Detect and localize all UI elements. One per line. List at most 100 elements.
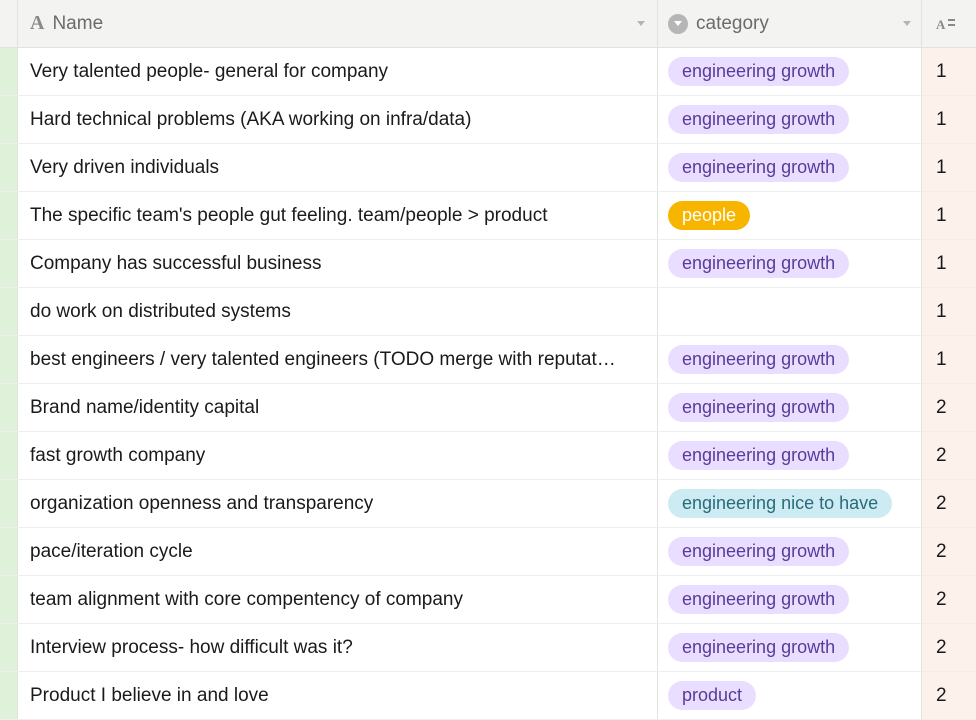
- table-row[interactable]: organization openness and transparencyen…: [0, 480, 976, 528]
- category-tag: engineering growth: [668, 441, 849, 470]
- cell-category[interactable]: engineering growth: [658, 240, 922, 287]
- priority-value: 2: [936, 637, 947, 659]
- table-row[interactable]: Interview process- how difficult was it?…: [0, 624, 976, 672]
- cell-priority[interactable]: 1: [922, 48, 976, 95]
- priority-value: 2: [936, 445, 947, 467]
- row-handle[interactable]: [0, 576, 18, 623]
- row-handle[interactable]: [0, 480, 18, 527]
- cell-category[interactable]: engineering growth: [658, 624, 922, 671]
- category-tag: engineering growth: [668, 393, 849, 422]
- cell-priority[interactable]: 1: [922, 288, 976, 335]
- category-tag: engineering growth: [668, 57, 849, 86]
- cell-category[interactable]: product: [658, 672, 922, 719]
- table-row[interactable]: do work on distributed systems 1: [0, 288, 976, 336]
- cell-priority[interactable]: 2: [922, 480, 976, 527]
- row-handle[interactable]: [0, 288, 18, 335]
- priority-value: 2: [936, 589, 947, 611]
- column-header-category[interactable]: category: [658, 0, 922, 47]
- cell-category[interactable]: engineering growth: [658, 576, 922, 623]
- row-handle[interactable]: [0, 48, 18, 95]
- cell-category[interactable]: engineering nice to have: [658, 480, 922, 527]
- cell-name[interactable]: best engineers / very talented engineers…: [18, 336, 658, 383]
- cell-priority[interactable]: 2: [922, 672, 976, 719]
- row-handle[interactable]: [0, 672, 18, 719]
- cell-priority[interactable]: 2: [922, 384, 976, 431]
- row-handle[interactable]: [0, 240, 18, 287]
- cell-priority[interactable]: 2: [922, 432, 976, 479]
- cell-name[interactable]: fast growth company: [18, 432, 658, 479]
- cell-category[interactable]: engineering growth: [658, 528, 922, 575]
- priority-value: 1: [936, 253, 947, 275]
- cell-name[interactable]: The specific team's people gut feeling. …: [18, 192, 658, 239]
- cell-priority[interactable]: 1: [922, 336, 976, 383]
- cell-name[interactable]: do work on distributed systems: [18, 288, 658, 335]
- cell-category[interactable]: engineering growth: [658, 48, 922, 95]
- category-tag: engineering growth: [668, 105, 849, 134]
- category-tag: engineering growth: [668, 537, 849, 566]
- priority-value: 2: [936, 541, 947, 563]
- table-row[interactable]: team alignment with core compentency of …: [0, 576, 976, 624]
- row-name-text: team alignment with core compentency of …: [30, 589, 645, 611]
- cell-name[interactable]: Brand name/identity capital: [18, 384, 658, 431]
- select-type-icon: [668, 14, 688, 34]
- column-header-name[interactable]: A Name: [18, 0, 658, 47]
- cell-category[interactable]: people: [658, 192, 922, 239]
- row-name-text: Very driven individuals: [30, 157, 645, 179]
- cell-priority[interactable]: 1: [922, 96, 976, 143]
- cell-name[interactable]: Hard technical problems (AKA working on …: [18, 96, 658, 143]
- row-handle-header: [0, 0, 18, 47]
- cell-category[interactable]: [658, 288, 922, 335]
- column-header-label: category: [696, 13, 895, 35]
- category-tag: engineering growth: [668, 345, 849, 374]
- table-row[interactable]: Very driven individuals engineering growt…: [0, 144, 976, 192]
- category-tag: engineering growth: [668, 153, 849, 182]
- table-row[interactable]: Very talented people- general for compan…: [0, 48, 976, 96]
- row-name-text: Company has successful business: [30, 253, 645, 275]
- column-header-priority[interactable]: A P: [922, 0, 976, 47]
- format-type-icon: A: [936, 15, 956, 33]
- table-row[interactable]: pace/iteration cycle engineering growth 2: [0, 528, 976, 576]
- table-row[interactable]: fast growth company engineering growth 2: [0, 432, 976, 480]
- cell-priority[interactable]: 2: [922, 528, 976, 575]
- table-row[interactable]: Company has successful business engineeri…: [0, 240, 976, 288]
- row-handle[interactable]: [0, 144, 18, 191]
- table-row[interactable]: best engineers / very talented engineers…: [0, 336, 976, 384]
- table-row[interactable]: Brand name/identity capital engineering g…: [0, 384, 976, 432]
- cell-name[interactable]: pace/iteration cycle: [18, 528, 658, 575]
- row-handle[interactable]: [0, 96, 18, 143]
- cell-priority[interactable]: 2: [922, 624, 976, 671]
- row-handle[interactable]: [0, 336, 18, 383]
- cell-priority[interactable]: 1: [922, 192, 976, 239]
- priority-value: 1: [936, 301, 947, 323]
- cell-priority[interactable]: 2: [922, 576, 976, 623]
- cell-category[interactable]: engineering growth: [658, 432, 922, 479]
- row-handle[interactable]: [0, 384, 18, 431]
- cell-name[interactable]: Interview process- how difficult was it?: [18, 624, 658, 671]
- row-name-text: Brand name/identity capital: [30, 397, 645, 419]
- row-handle[interactable]: [0, 192, 18, 239]
- table-row[interactable]: Product I believe in and loveproduct2: [0, 672, 976, 720]
- chevron-down-icon[interactable]: [637, 21, 645, 26]
- chevron-down-icon[interactable]: [903, 21, 911, 26]
- cell-priority[interactable]: 1: [922, 144, 976, 191]
- row-name-text: Very talented people- general for compan…: [30, 61, 645, 83]
- cell-name[interactable]: Very driven individuals: [18, 144, 658, 191]
- category-tag: engineering growth: [668, 633, 849, 662]
- priority-value: 1: [936, 205, 947, 227]
- row-handle[interactable]: [0, 624, 18, 671]
- cell-category[interactable]: engineering growth: [658, 384, 922, 431]
- cell-name[interactable]: Company has successful business: [18, 240, 658, 287]
- table-body: Very talented people- general for compan…: [0, 48, 976, 720]
- cell-name[interactable]: team alignment with core compentency of …: [18, 576, 658, 623]
- cell-name[interactable]: Product I believe in and love: [18, 672, 658, 719]
- table-row[interactable]: Hard technical problems (AKA working on …: [0, 96, 976, 144]
- cell-name[interactable]: organization openness and transparency: [18, 480, 658, 527]
- cell-category[interactable]: engineering growth: [658, 144, 922, 191]
- cell-priority[interactable]: 1: [922, 240, 976, 287]
- row-handle[interactable]: [0, 432, 18, 479]
- cell-name[interactable]: Very talented people- general for compan…: [18, 48, 658, 95]
- row-handle[interactable]: [0, 528, 18, 575]
- table-row[interactable]: The specific team's people gut feeling. …: [0, 192, 976, 240]
- cell-category[interactable]: engineering growth: [658, 336, 922, 383]
- cell-category[interactable]: engineering growth: [658, 96, 922, 143]
